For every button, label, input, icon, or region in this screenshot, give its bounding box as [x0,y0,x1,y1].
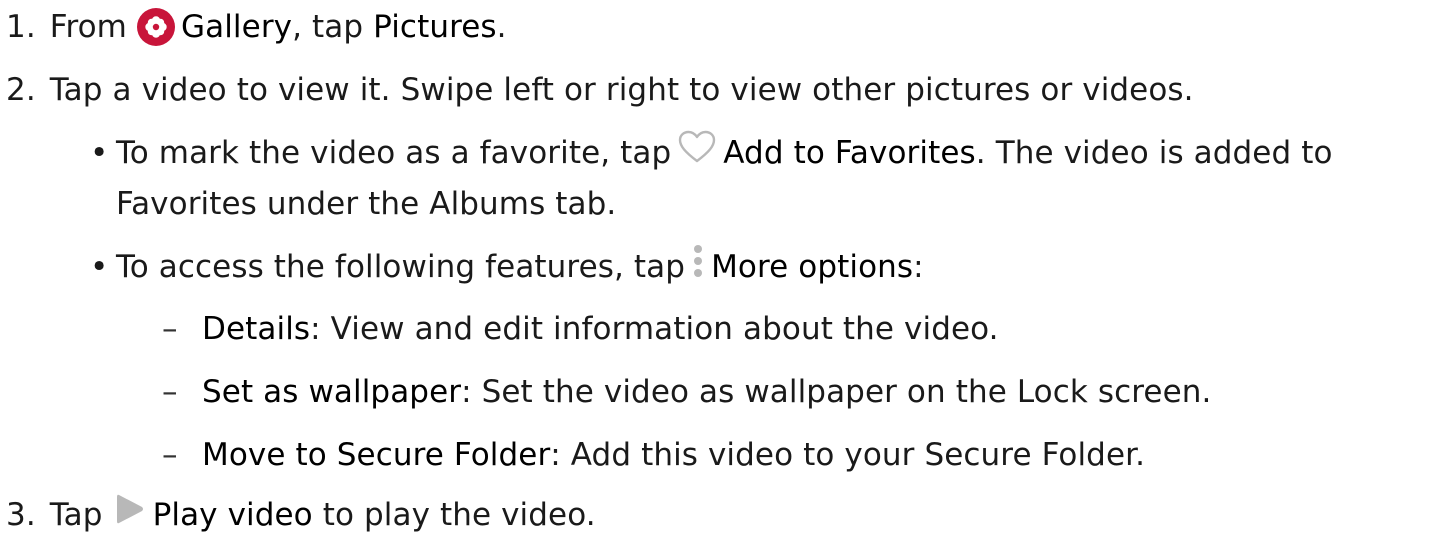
bullet-text: . The video is added to [975,135,1333,171]
step-text: . [496,9,507,45]
bullet-favorite-continued: Favorites under the Albums tab. [116,182,616,226]
step-2: 2. Tap a video to view it. Swipe left or… [6,68,1194,112]
subitem-text: : View and edit information about the vi… [310,311,999,347]
subitem-secure-folder: – Move to Secure Folder : Add this video… [162,433,1145,477]
dash: – [162,437,178,473]
step-text: From [49,9,127,45]
step-3: 3. Tap Play video to play the video. [6,493,596,537]
bullet-dot: • [90,135,109,171]
subitem-details: – Details : View and edit information ab… [162,307,999,351]
add-to-favorites-label: Add to Favorites [723,135,976,171]
move-to-secure-folder-label: Move to Secure Folder [202,437,551,473]
step-text: Tap a video to view it. Swipe left or ri… [49,72,1194,108]
heart-icon [677,130,717,176]
more-options-label: More options [711,249,914,285]
dash: – [162,374,178,410]
bullet-more-options: • To access the following features, tap … [90,245,924,289]
bullet-text: Favorites under the Albums tab. [116,186,617,222]
play-video-label: Play video [152,497,313,533]
bullet-text: To access the following features, tap [116,249,686,285]
subitem-text: : Set the video as wallpaper on the Lock… [461,374,1212,410]
step-text: , tap [292,9,374,45]
step-text: Tap [49,497,103,533]
step-number: 1. [6,9,36,45]
subitem-text: : Add this video to your Secure Folder. [550,437,1146,473]
details-label: Details [202,311,311,347]
bullet-dot: • [90,249,109,285]
bullet-favorite: • To mark the video as a favorite, tap A… [90,130,1333,176]
more-options-icon [691,243,705,291]
pictures-label: Pictures [373,9,497,45]
step-1: 1. From Gallery , tap Pictures . [6,5,507,49]
gallery-label: Gallery [181,9,293,45]
set-as-wallpaper-label: Set as wallpaper [202,374,462,410]
play-icon [115,492,145,538]
step-number: 2. [6,72,36,108]
step-number: 3. [6,497,36,533]
gallery-icon [137,8,175,46]
dash: – [162,311,178,347]
bullet-text: : [913,249,924,285]
step-text: to play the video. [312,497,596,533]
subitem-set-as-wallpaper: – Set as wallpaper : Set the video as wa… [162,370,1211,414]
bullet-text: To mark the video as a favorite, tap [116,135,672,171]
